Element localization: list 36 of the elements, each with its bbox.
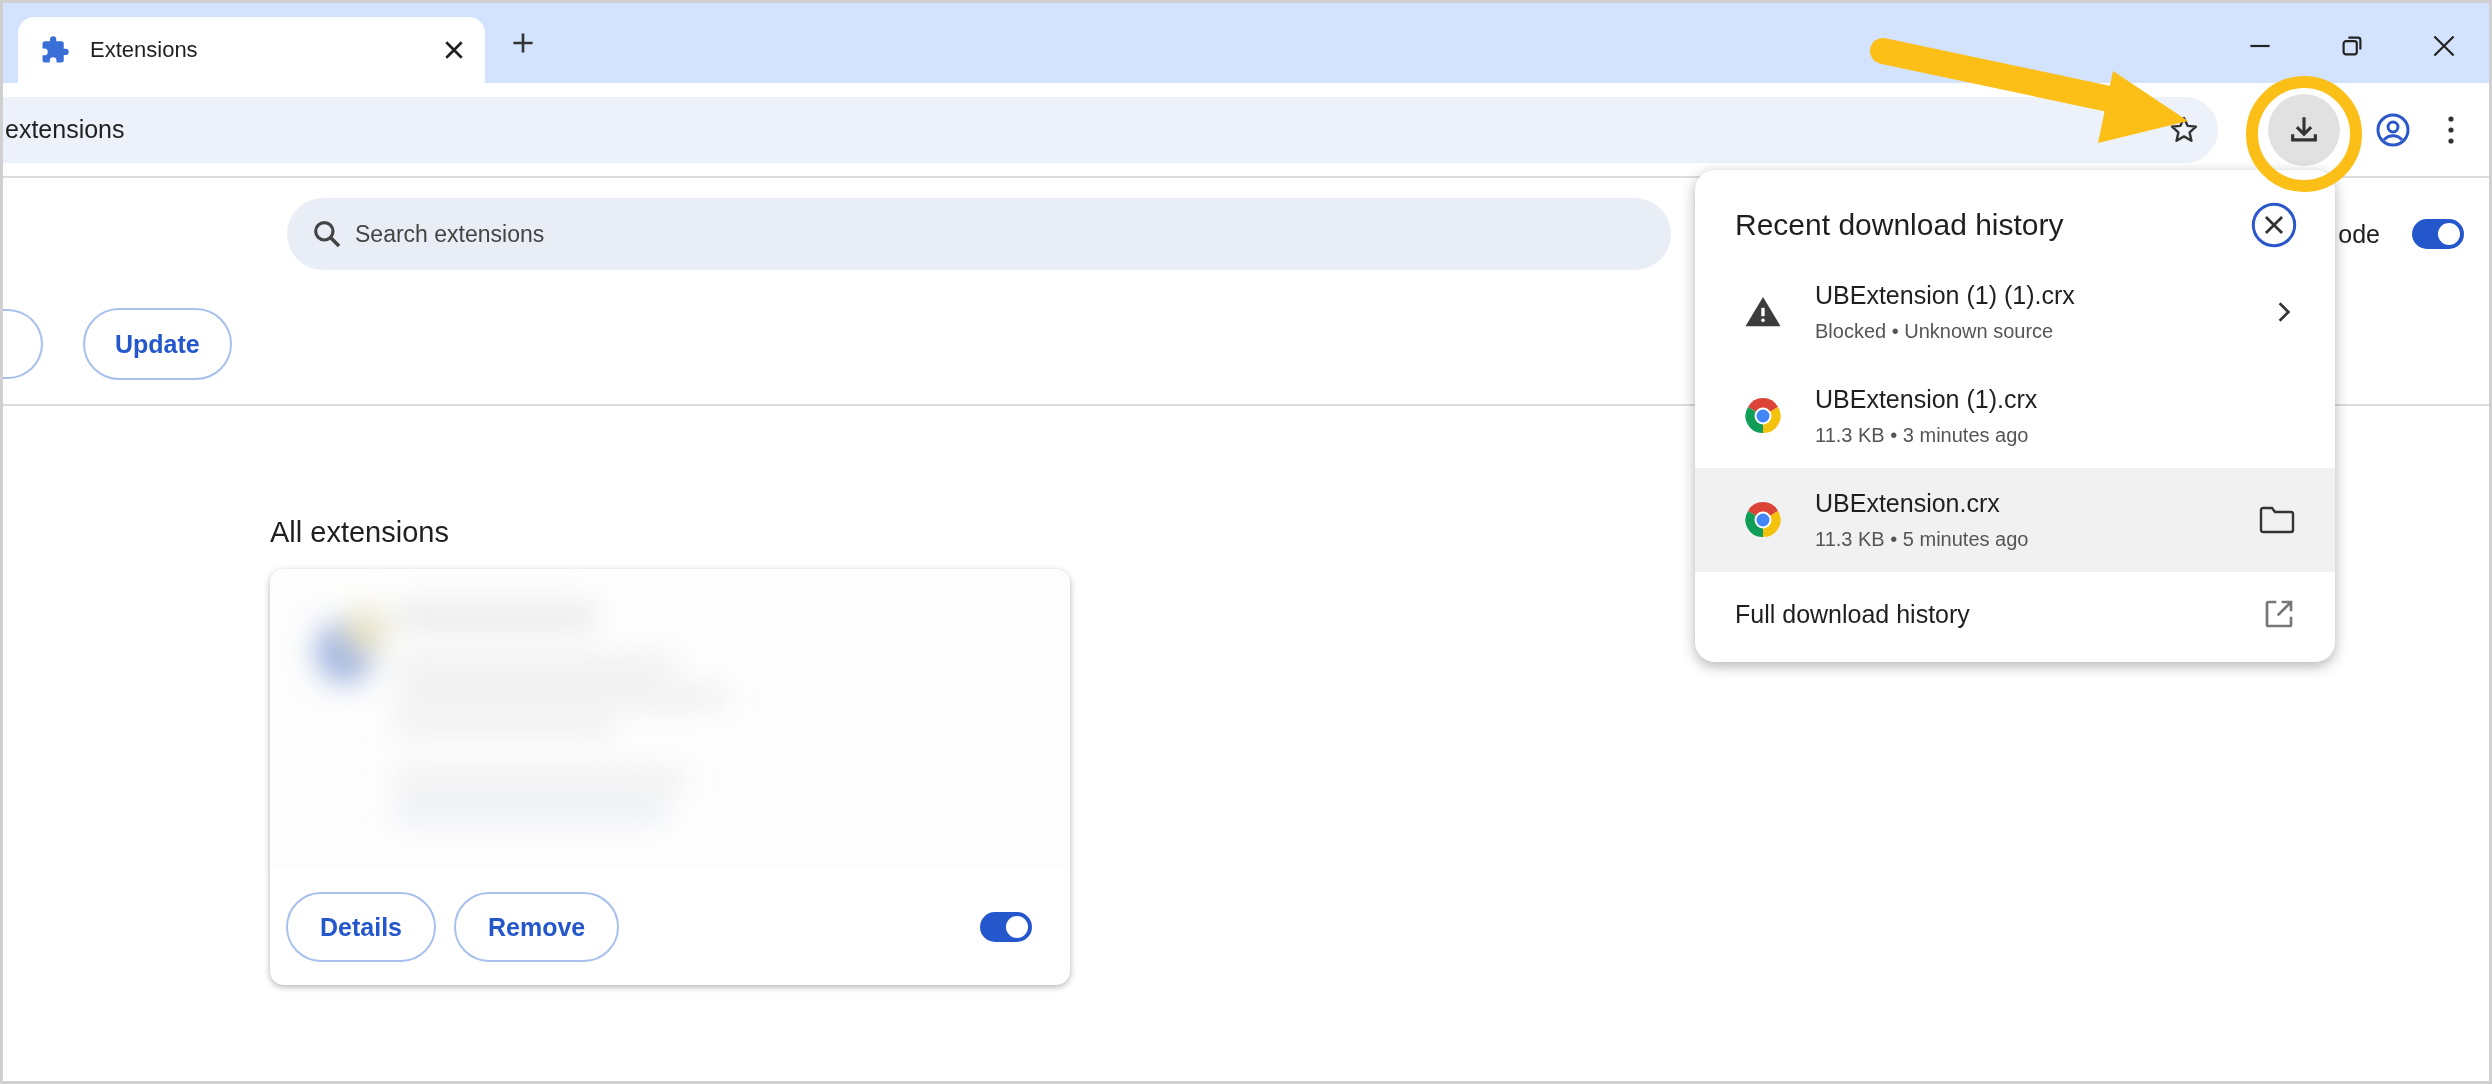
browser-icon [1743,500,1783,540]
search-icon [311,218,343,250]
close-icon[interactable] [2251,202,2297,248]
remove-button[interactable]: Remove [454,892,620,962]
details-button[interactable]: Details [286,892,436,962]
puzzle-icon [40,35,70,65]
folder-icon[interactable] [2259,506,2295,534]
close-icon[interactable] [443,39,465,61]
section-title: All extensions [270,516,449,549]
developer-mode-toggle[interactable] [2412,219,2464,249]
developer-mode-label: ode [2338,219,2380,249]
download-item[interactable]: UBExtension (1) (1).crx Blocked • Unknown source [1695,260,2335,364]
profile-icon[interactable] [2375,111,2411,148]
plus-icon[interactable] [511,31,535,55]
file-details: 11.3 KB • 3 minutes ago [1815,424,2030,447]
external-link-icon[interactable] [2263,598,2295,630]
file-details: Blocked • Unknown source [1815,320,2055,343]
address-bar[interactable]: extensions [3,96,2218,163]
extension-toggle[interactable] [980,912,1032,942]
browser-icon [1743,396,1783,436]
search-field[interactable]: Search extensions [287,198,1671,270]
file-details: 11.3 KB • 5 minutes ago [1815,528,2030,551]
file-name: UBExtension.crx [1815,489,2001,518]
download-item[interactable]: UBExtension (1).crx 11.3 KB • 3 minutes ago [1695,364,2335,468]
download-item[interactable]: UBExtension.crx 11.3 KB • 5 minutes ago [1695,468,2335,572]
full-history-link[interactable]: Full download history [1735,599,1970,629]
restore-icon[interactable] [2340,34,2364,58]
menu-icon[interactable] [2446,114,2456,145]
tab-title: Extensions [90,37,199,63]
browser-tab[interactable]: Extensions [18,17,485,83]
update-button[interactable]: Update [83,308,232,380]
close-icon[interactable] [2432,34,2456,58]
file-name: UBExtension (1).crx [1815,385,2039,414]
file-name: UBExtension (1) (1).crx [1815,281,2076,310]
popup-title: Recent download history [1735,208,2064,242]
download-button[interactable] [2268,93,2340,166]
